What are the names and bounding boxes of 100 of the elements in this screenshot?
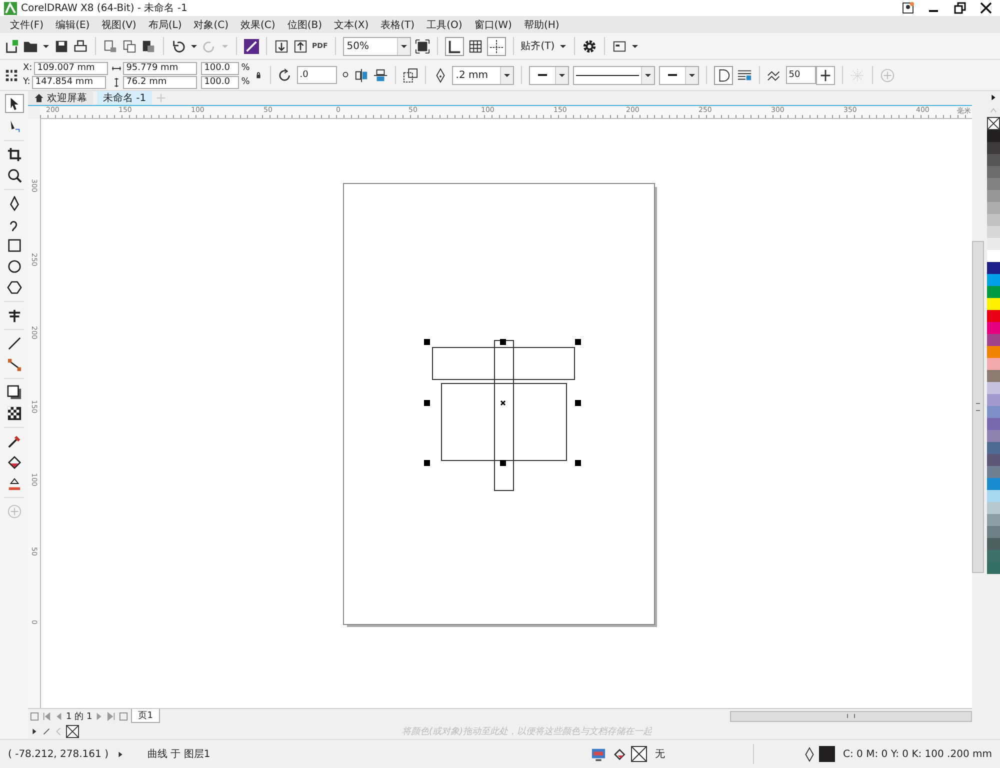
export-icon[interactable] [293,38,308,54]
page-tab[interactable]: 页1 [131,709,160,723]
color-swatch[interactable] [986,490,1000,502]
menu-item[interactable]: 工具(O) [420,18,468,32]
caret-icon[interactable] [190,42,198,50]
color-swatch[interactable] [986,274,1000,286]
width-field[interactable]: 95.779 mm [123,62,198,74]
color-swatch[interactable] [986,514,1000,526]
outline-width-dropdown[interactable]: .2 mm [452,66,514,84]
wrap-paragraph-icon[interactable] [736,68,752,82]
color-swatch[interactable] [986,502,1000,514]
crop-tool-icon[interactable] [6,147,22,162]
print-icon[interactable] [73,38,88,54]
scale-y-field[interactable]: 100.0 [201,76,240,88]
rectangle-tool-icon[interactable] [6,238,22,253]
menu-item[interactable]: 效果(C) [234,18,282,32]
caret-icon[interactable] [42,42,50,50]
close-curve-icon[interactable] [714,66,733,84]
rulers-icon[interactable] [444,36,464,56]
color-swatch[interactable] [986,238,1000,250]
settings-icon[interactable] [582,38,597,54]
save-icon[interactable] [54,38,69,54]
selection-handle[interactable] [575,339,581,345]
color-swatch[interactable] [986,418,1000,430]
y-position-field[interactable]: 147.854 mm [32,76,106,88]
color-swatch[interactable] [986,250,1000,262]
menu-item[interactable]: 文件(F) [4,18,50,32]
height-field[interactable]: 76.2 mm [123,76,198,88]
mirror-vertical-icon[interactable] [372,68,388,82]
expand-arrow-icon[interactable] [30,726,39,736]
color-swatch[interactable] [986,322,1000,334]
horizontal-scrollbar[interactable] [730,710,972,722]
color-swatch[interactable] [986,466,1000,478]
undo-icon[interactable] [171,38,186,54]
color-swatch[interactable] [986,370,1000,382]
selection-handle[interactable] [575,460,581,466]
import-icon[interactable] [274,38,289,54]
fill-tool-icon[interactable] [6,455,22,470]
color-swatch[interactable] [986,190,1000,202]
color-swatch[interactable] [986,214,1000,226]
eyedropper-tool-icon[interactable] [6,434,22,449]
menu-item[interactable]: 布局(L) [142,18,188,32]
copy-icon[interactable] [122,38,137,54]
zoom-tool-icon[interactable] [6,168,22,183]
add-page-icon[interactable] [119,712,128,720]
rotation-field[interactable]: .0 [296,66,337,84]
profile-icon[interactable] [902,2,914,14]
no-color-swatch[interactable] [66,724,79,738]
smart-fill-tool-icon[interactable] [6,476,22,491]
line-style-dropdown[interactable] [572,66,655,84]
color-swatch[interactable] [986,202,1000,214]
new-document-icon[interactable] [4,38,19,54]
menu-item[interactable]: 表格(T) [374,18,421,32]
selection-handle[interactable] [500,460,506,466]
add-page-icon[interactable] [30,712,39,720]
ellipse-tool-icon[interactable] [6,259,22,274]
color-swatch[interactable] [986,310,1000,322]
color-swatch[interactable] [986,142,1000,154]
text-tool-icon[interactable] [6,308,22,323]
color-swatch[interactable] [986,178,1000,190]
monitor-icon[interactable] [591,746,606,762]
lock-icon[interactable] [254,70,263,80]
pick-tool-icon[interactable] [4,94,24,113]
color-swatch[interactable] [986,382,1000,394]
x-position-field[interactable]: 109.007 mm [34,62,108,74]
color-swatch[interactable] [986,130,1000,142]
color-swatch[interactable] [986,166,1000,178]
menu-item[interactable]: 文本(X) [328,18,375,32]
menu-item[interactable]: 位图(B) [281,18,328,32]
grid-icon[interactable] [468,38,483,54]
smoothing-field[interactable]: 50 [786,66,816,84]
color-swatch[interactable] [986,442,1000,454]
color-swatch[interactable] [986,286,1000,298]
caret-icon[interactable] [630,42,639,50]
selection-handle[interactable] [424,460,430,466]
close-icon[interactable] [980,2,992,14]
polygon-tool-icon[interactable] [6,280,22,295]
vertical-scrollbar[interactable] [972,241,984,573]
line-tool-icon[interactable] [6,336,22,351]
color-swatch[interactable] [986,562,1000,574]
color-swatch[interactable] [986,538,1000,550]
color-swatch[interactable] [986,550,1000,562]
color-swatch[interactable] [986,526,1000,538]
color-swatch[interactable] [986,454,1000,466]
color-swatch[interactable] [986,358,1000,370]
color-swatch[interactable] [986,298,1000,310]
zoom-dropdown[interactable]: 50% [342,36,411,56]
connector-tool-icon[interactable] [6,357,22,372]
menu-item[interactable]: 对象(C) [188,18,235,32]
menu-item[interactable]: 帮助(H) [518,18,566,32]
drop-shadow-tool-icon[interactable] [6,385,22,400]
selection-handle[interactable] [500,339,506,345]
document-tab[interactable]: 未命名 -1 [97,91,152,105]
color-swatch[interactable] [986,394,1000,406]
color-swatch[interactable] [986,226,1000,238]
selection-handle[interactable] [424,400,430,406]
color-swatch[interactable] [986,346,1000,358]
document-tab[interactable]: 欢迎屏幕 [28,91,93,105]
palette-scroll-right-icon[interactable] [988,93,998,102]
selection-handle[interactable] [424,339,430,345]
